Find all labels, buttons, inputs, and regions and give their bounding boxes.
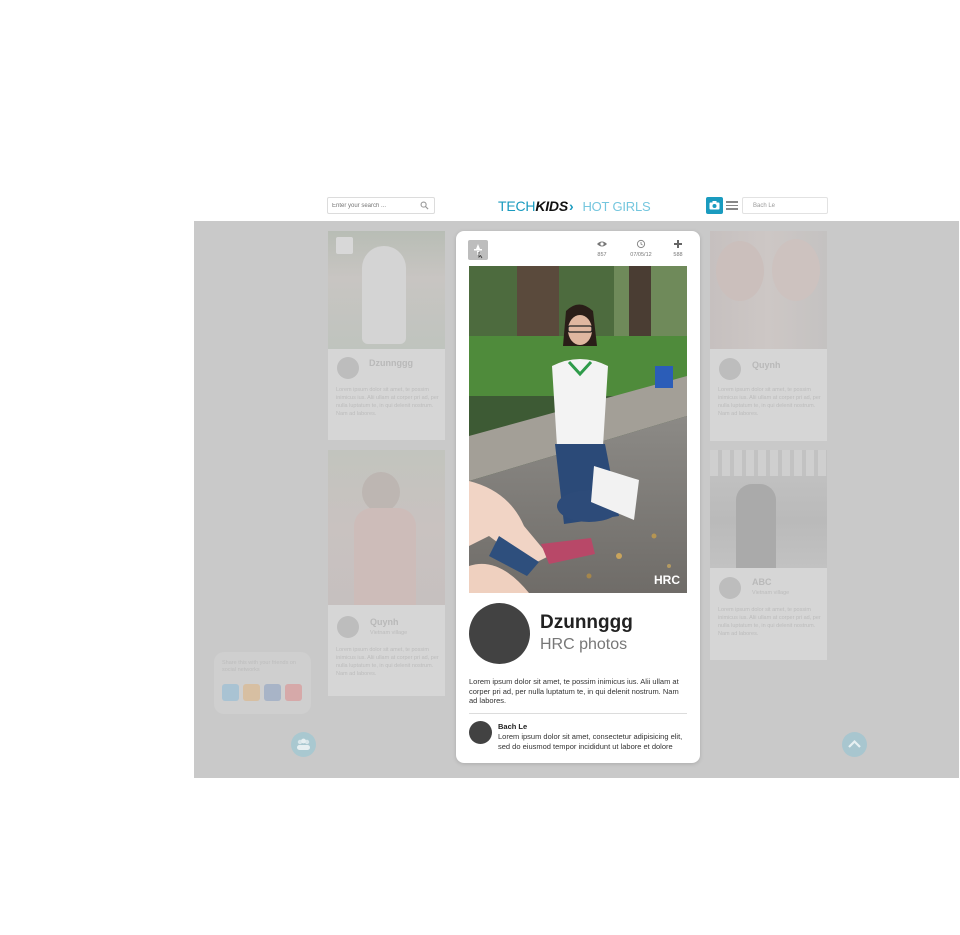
avatar — [719, 577, 741, 599]
background-card-1: Dzunnggg Lorem ipsum dolor sit amet, te … — [328, 231, 445, 440]
person-face — [716, 241, 764, 301]
background-card-3: Quynh Lorem ipsum dolor sit amet, te pos… — [710, 231, 827, 441]
divider — [469, 713, 687, 714]
post-description: Lorem ipsum dolor sit amet, te possim in… — [469, 677, 679, 705]
saves-stat[interactable]: 588 — [668, 239, 688, 258]
person-silhouette — [354, 508, 416, 605]
username-field[interactable]: Bach Le — [742, 197, 828, 214]
card-name: Dzunnggg — [369, 358, 413, 368]
logo-tech: TECH — [498, 198, 536, 214]
rss-icon[interactable] — [243, 684, 260, 701]
avatar — [337, 357, 359, 379]
plus-icon[interactable] — [673, 239, 683, 249]
roof-pattern — [710, 450, 827, 476]
post-modal: 857 07/05/12 588 HRC Dzunnggg HRC photos… — [456, 231, 700, 763]
card-text: Lorem ipsum dolor sit amet, te possim in… — [718, 607, 821, 637]
hrc-watermark: HRC — [654, 573, 680, 587]
search-input[interactable] — [332, 199, 418, 212]
date-stat: 07/05/12 — [625, 239, 657, 258]
post-date: 07/05/12 — [630, 252, 652, 258]
background-card-4: ABC Vietnam village Lorem ipsum dolor si… — [710, 450, 827, 660]
card-subtitle: Vietnam village — [370, 630, 408, 636]
card-text: Lorem ipsum dolor sit amet, te possim in… — [336, 647, 439, 677]
avatar — [337, 616, 359, 638]
camera-button[interactable] — [706, 197, 723, 214]
logo-tagline: HOT GIRLS — [582, 198, 651, 214]
background-card-photo — [710, 450, 827, 568]
share-bubble: Share this with your friends on social n… — [214, 652, 311, 714]
saves-count: 588 — [673, 252, 683, 258]
poster-name[interactable]: Dzunnggg — [540, 612, 633, 634]
card-text: Lorem ipsum dolor sit amet, te possim in… — [718, 387, 821, 417]
facebook-icon[interactable] — [264, 684, 281, 701]
pin-icon — [336, 237, 353, 254]
person-silhouette — [736, 484, 776, 568]
person-silhouette — [362, 246, 406, 344]
camera-icon — [709, 201, 720, 210]
post-photo[interactable]: HRC — [469, 266, 687, 593]
pin-icon — [474, 244, 483, 259]
person-head — [362, 472, 400, 512]
scroll-top-button[interactable] — [842, 732, 867, 757]
group-button[interactable] — [291, 732, 316, 757]
card-text: Lorem ipsum dolor sit amet, te possim in… — [336, 387, 439, 417]
card-name: ABC — [752, 577, 772, 587]
chevron-up-icon — [848, 739, 861, 748]
search-icon[interactable] — [420, 201, 429, 210]
background-card-2: Quynh Vietnam village Lorem ipsum dolor … — [328, 450, 445, 696]
poster-avatar[interactable] — [469, 603, 530, 664]
logo-kids: KIDS — [535, 198, 568, 214]
person-face — [772, 239, 820, 301]
pinterest-icon[interactable] — [285, 684, 302, 701]
views-count: 857 — [597, 252, 607, 258]
card-subtitle: Vietnam village — [752, 590, 790, 596]
photo-illustration — [469, 266, 687, 593]
background-card-photo — [328, 231, 445, 349]
people-icon — [297, 738, 310, 750]
eye-icon — [597, 241, 607, 247]
background-card-photo — [328, 450, 445, 605]
poster-subtitle: HRC photos — [540, 636, 628, 653]
views-stat: 857 — [592, 239, 612, 258]
search-box[interactable] — [327, 197, 435, 214]
pin-button[interactable] — [468, 240, 488, 260]
card-name: Quynh — [370, 617, 399, 627]
comment-text: Lorem ipsum dolor sit amet, consectetur … — [498, 732, 683, 751]
avatar — [719, 358, 741, 380]
background-card-photo — [710, 231, 827, 349]
commenter-name[interactable]: Bach Le — [498, 722, 527, 731]
twitter-icon[interactable] — [222, 684, 239, 701]
menu-icon[interactable] — [726, 199, 738, 211]
share-text: Share this with your friends on social n… — [222, 660, 296, 673]
card-name: Quynh — [752, 360, 781, 370]
logo-chevron: › — [568, 198, 574, 214]
commenter-avatar[interactable] — [469, 721, 492, 744]
clock-icon — [636, 239, 646, 249]
page: TECHKIDS› HOT GIRLS Bach Le Dzunnggg Lor… — [0, 0, 960, 935]
site-logo[interactable]: TECH KIDS › HOT GIRLS — [498, 196, 651, 216]
